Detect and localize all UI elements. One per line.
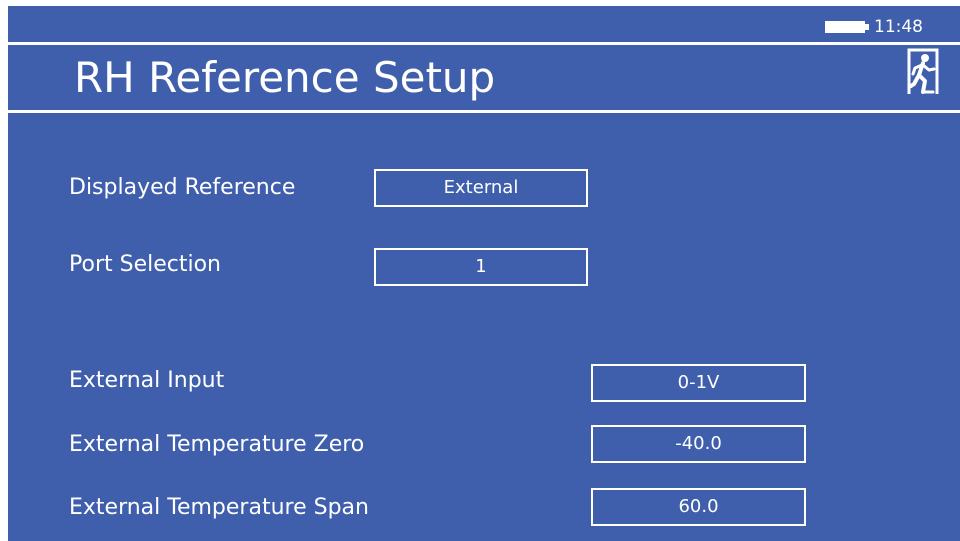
battery-icon bbox=[825, 21, 869, 35]
external-temperature-zero-field[interactable]: -40.0 bbox=[591, 425, 806, 463]
clock: 11:48 bbox=[874, 17, 923, 37]
header-bottom-divider bbox=[8, 110, 960, 113]
exit-icon[interactable] bbox=[907, 48, 939, 96]
external-temperature-span-label: External Temperature Span bbox=[69, 495, 369, 520]
external-input-field[interactable]: 0-1V bbox=[591, 364, 806, 402]
port-selection-field[interactable]: 1 bbox=[374, 248, 588, 286]
page-title: RH Reference Setup bbox=[74, 53, 496, 102]
port-selection-label: Port Selection bbox=[69, 252, 221, 277]
header-top-divider bbox=[8, 42, 960, 45]
screen: 11:48 RH Reference Setup Displayed Refer… bbox=[8, 6, 960, 541]
displayed-reference-label: Displayed Reference bbox=[69, 175, 296, 200]
external-temperature-span-field[interactable]: 60.0 bbox=[591, 488, 806, 526]
external-temperature-zero-label: External Temperature Zero bbox=[69, 432, 365, 457]
displayed-reference-field[interactable]: External bbox=[374, 169, 588, 207]
status-bar: 11:48 bbox=[8, 6, 960, 42]
external-input-label: External Input bbox=[69, 368, 225, 393]
